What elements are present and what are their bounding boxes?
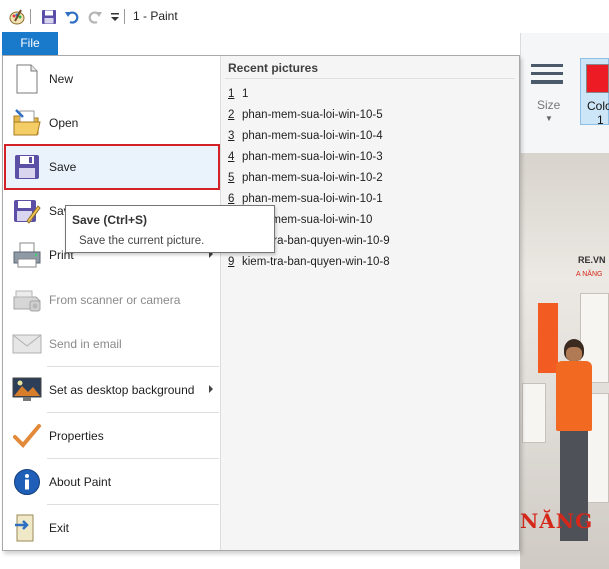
customize-dropdown-icon[interactable]: [106, 8, 124, 26]
submenu-arrow-icon: [209, 385, 213, 393]
menu-item-about[interactable]: About Paint: [5, 460, 219, 504]
chevron-down-icon: ▼: [545, 114, 553, 123]
divider: [47, 366, 219, 367]
recent-pictures-panel: Recent pictures 11 2 phan-mem-sua-loi-win…: [221, 56, 519, 550]
menu-item-label: Send in email: [49, 337, 122, 351]
size-icon: [531, 64, 567, 84]
color1-label: Colo 1: [587, 99, 609, 127]
recent-item[interactable]: 2 phan-mem-sua-loi-win-10-5: [228, 109, 383, 129]
recent-item[interactable]: 5 phan-mem-sua-loi-win-10-2: [228, 172, 383, 192]
menu-item-send-email[interactable]: Send in email: [5, 322, 219, 366]
desktop-background-icon: [11, 374, 43, 406]
file-tab[interactable]: File: [2, 32, 58, 55]
new-file-icon: [11, 63, 43, 95]
menu-item-label: Exit: [49, 521, 70, 535]
color1-swatch: [586, 64, 609, 93]
file-menu: New Open Save Save Print From scanner or…: [2, 55, 520, 551]
orange-sign: [538, 303, 558, 373]
menu-item-label: From scanner or camera: [49, 293, 181, 307]
size-button[interactable]: [531, 64, 567, 89]
menu-item-label: Save: [49, 160, 77, 174]
menu-item-label: New: [49, 72, 74, 86]
divider: [47, 504, 219, 505]
paint-window: 1 - Paint Size ▼ Colo 1 RE.VN A NĂNG NĂN…: [0, 0, 609, 569]
menu-item-new[interactable]: New: [5, 57, 219, 101]
store-brand-text: NĂNG: [520, 509, 594, 533]
menu-item-open[interactable]: Open: [5, 101, 219, 145]
store-sign-text: RE.VN: [578, 255, 606, 265]
exit-icon: [11, 512, 43, 544]
menu-item-desktop-background[interactable]: Set as desktop background: [5, 368, 219, 412]
recent-item[interactable]: 4 phan-mem-sua-loi-win-10-3: [228, 151, 383, 171]
store-sign-subtext: A NĂNG: [576, 271, 603, 278]
recent-item[interactable]: 11: [228, 88, 248, 108]
separator: [30, 9, 31, 24]
menu-item-properties[interactable]: Properties: [5, 414, 219, 458]
email-icon: [11, 328, 43, 360]
save-as-icon: [11, 195, 43, 227]
menu-item-save[interactable]: Save: [4, 144, 220, 190]
scanner-icon: [11, 284, 43, 316]
recent-item[interactable]: 9 kiem-tra-ban-quyen-win-10-8: [228, 256, 390, 276]
divider: [47, 412, 219, 413]
undo-icon[interactable]: [63, 8, 81, 26]
shelf: [522, 383, 546, 443]
save-tooltip: Save (Ctrl+S) Save the current picture.: [65, 205, 275, 253]
menu-item-label: Set as desktop background: [49, 383, 195, 397]
divider: [225, 78, 515, 79]
save-icon[interactable]: [40, 8, 58, 26]
divider: [47, 458, 219, 459]
person-body: [556, 361, 592, 431]
paint-app-icon[interactable]: [8, 8, 26, 26]
menu-item-exit[interactable]: Exit: [5, 506, 219, 550]
size-label: Size: [537, 98, 561, 112]
window-title: 1 - Paint: [133, 9, 178, 23]
recent-item[interactable]: 3 phan-mem-sua-loi-win-10-4: [228, 130, 383, 150]
checkmark-icon: [11, 420, 43, 452]
info-icon: [11, 466, 43, 498]
tooltip-title: Save (Ctrl+S): [72, 213, 148, 227]
file-menu-commands: New Open Save Save Print From scanner or…: [3, 56, 221, 550]
separator: [124, 9, 125, 24]
menu-item-label: About Paint: [49, 475, 112, 489]
menu-item-scanner[interactable]: From scanner or camera: [5, 278, 219, 322]
redo-icon[interactable]: [86, 8, 104, 26]
tooltip-description: Save the current picture.: [79, 235, 205, 247]
open-folder-icon: [11, 107, 43, 139]
menu-item-label: Properties: [49, 429, 104, 443]
printer-icon: [11, 239, 43, 271]
save-floppy-icon: [11, 151, 43, 183]
title-bar: 1 - Paint: [0, 0, 609, 33]
menu-item-label: Open: [49, 116, 79, 130]
drawing-canvas[interactable]: RE.VN A NĂNG NĂNG: [520, 153, 609, 569]
person-face: [566, 347, 582, 361]
